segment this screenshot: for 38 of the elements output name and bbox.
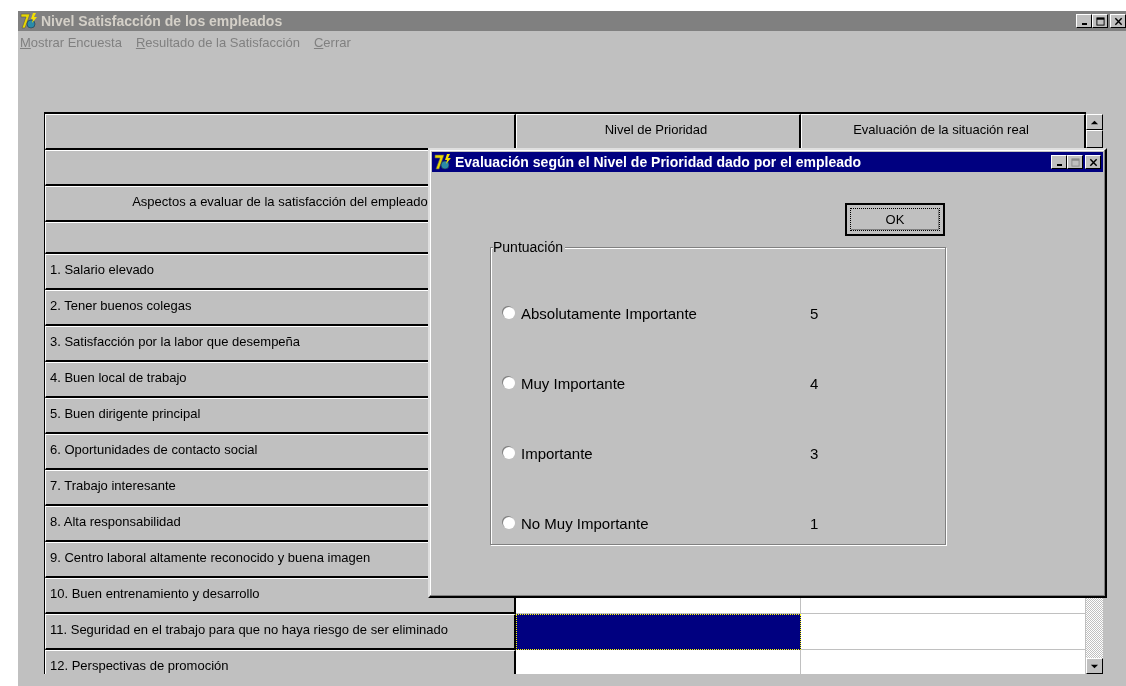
maximize-icon [1070,157,1080,167]
scroll-thumb[interactable] [1086,130,1103,148]
radio-button[interactable] [503,517,515,529]
radio-button[interactable] [503,307,515,319]
app-logo-icon [434,153,452,171]
table-cell[interactable] [801,614,1086,650]
window-title: Nivel Satisfacción de los empleados [41,13,283,29]
row-label: 12. Perspectivas de promoción [45,650,516,674]
close-button[interactable] [1110,14,1126,28]
group-label: Puntuación [493,239,566,255]
option-label[interactable]: No Muy Importante [521,514,810,532]
scroll-up-button[interactable] [1086,114,1103,130]
close-icon [1113,16,1123,26]
app-logo-icon [20,12,38,30]
option-value: 4 [810,374,819,392]
dialog-title: Evaluación según el Nivel de Prioridad dado por el empleado [455,154,862,170]
close-icon [1088,157,1098,167]
minimize-icon [1081,23,1087,25]
option-value: 1 [810,514,819,532]
maximize-icon [1095,16,1105,26]
option-value: 3 [810,444,819,462]
radio-button[interactable] [503,447,515,459]
option-label[interactable]: Muy Importante [521,374,810,392]
option-label[interactable]: Importante [521,444,810,462]
maximize-button[interactable] [1092,14,1108,28]
option-value: 5 [810,304,819,322]
radio-button[interactable] [503,377,515,389]
minimize-button[interactable] [1076,14,1092,28]
row-label: 11. Seguridad en el trabajo para que no haya riesgo de ser eliminado [45,614,516,650]
minimize-icon [1056,164,1062,166]
minimize-button[interactable] [1051,155,1067,169]
scroll-down-button[interactable] [1086,658,1103,674]
column-header: Evaluación de la situación real [801,114,1086,150]
ok-button[interactable]: OK [845,203,945,236]
column-header: Nivel de Prioridad [516,114,801,150]
maximize-button[interactable] [1067,155,1083,169]
option-label[interactable]: Absolutamente Importante [521,304,810,322]
close-button[interactable] [1085,155,1101,169]
